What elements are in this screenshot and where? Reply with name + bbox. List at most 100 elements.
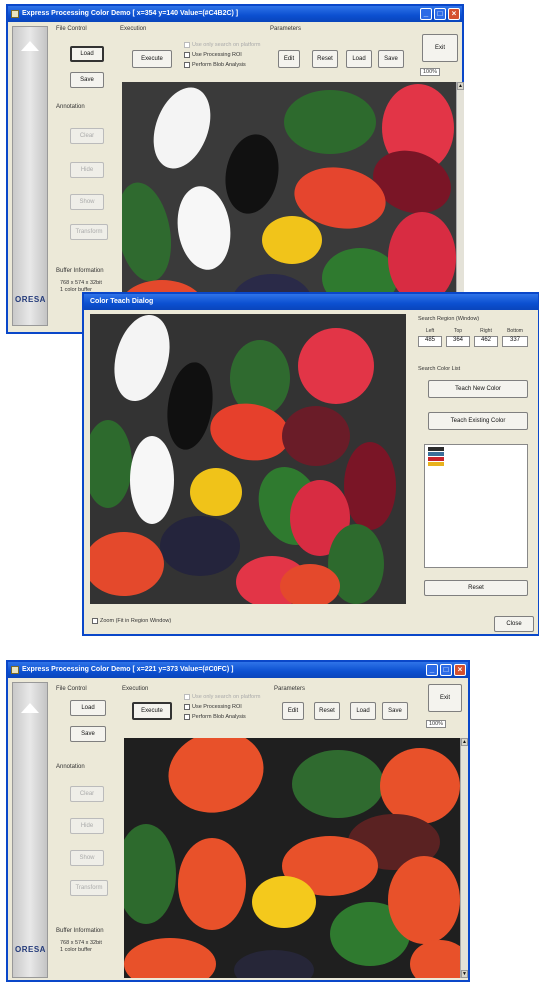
exit-button[interactable]: Exit [422, 34, 458, 62]
checkbox-processing-roi[interactable]: Use Processing ROI [184, 704, 242, 710]
rect-top-label: Top [453, 328, 463, 334]
title-bar[interactable]: Express Processing Color Demo [ x=221 y=… [8, 662, 468, 678]
close-icon[interactable]: × [454, 664, 466, 676]
group-annotation: Annotation [56, 104, 85, 110]
dialog-title: Color Teach Dialog [90, 298, 154, 305]
annotation-clear-button[interactable]: Clear [70, 128, 104, 144]
annotation-transform-button[interactable]: Transform [70, 224, 108, 240]
dialog-title-bar[interactable]: Color Teach Dialog [84, 294, 538, 310]
vertical-scrollbar[interactable]: ▲ ▼ [460, 738, 468, 978]
reset-button[interactable]: Reset [424, 580, 528, 596]
triangle-logo-icon [21, 41, 39, 51]
buffer-kind: 1 color buffer [60, 947, 93, 953]
group-file-control: File Control [56, 26, 87, 32]
rect-bottom-label: Bottom [507, 328, 523, 334]
annotation-hide-button[interactable]: Hide [70, 818, 104, 834]
close-icon[interactable]: × [448, 8, 460, 20]
checkbox-label: Use Processing ROI [192, 704, 242, 710]
checkbox-blob-analysis[interactable]: Perform Blob Analysis [184, 62, 246, 68]
main-window-top: Express Processing Color Demo [ x=354 y=… [6, 4, 464, 334]
teach-new-color-button[interactable]: Teach New Color [428, 380, 528, 398]
annotation-show-button[interactable]: Show [70, 194, 104, 210]
group-buffer-information: Buffer Information [56, 928, 104, 934]
zoom-field[interactable]: 100% [420, 68, 441, 76]
color-teach-dialog: Color Teach Dialog Search Region (Window… [82, 292, 539, 636]
color-swatch[interactable] [428, 452, 444, 456]
annotation-hide-button[interactable]: Hide [70, 162, 104, 178]
minimize-icon[interactable]: _ [426, 664, 438, 676]
zoom-field[interactable]: 100% [426, 720, 447, 728]
left-branding-strip: ORESA [12, 682, 48, 978]
rect-bottom-field[interactable]: 337 [502, 336, 528, 347]
exit-button[interactable]: Exit [428, 684, 462, 712]
group-annotation: Annotation [56, 764, 85, 770]
image-viewport[interactable] [124, 738, 460, 978]
title-bar[interactable]: Express Processing Color Demo [ x=354 y=… [8, 6, 462, 22]
segmented-image [124, 738, 460, 978]
dialog-jellybean-image [90, 314, 406, 604]
load-button[interactable]: Load [70, 46, 104, 62]
app-icon [11, 666, 19, 674]
group-execution: Execution [122, 686, 149, 692]
param-save-button[interactable]: Save [378, 50, 404, 68]
group-parameters: Parameters [270, 26, 302, 32]
scroll-up-icon[interactable]: ▲ [457, 82, 464, 90]
checkbox-processing-roi[interactable]: Use Processing ROI [184, 52, 242, 58]
execute-button[interactable]: Execute [132, 50, 172, 68]
save-button[interactable]: Save [70, 726, 106, 742]
color-swatch[interactable] [428, 447, 444, 451]
checkbox-label: Use only search on platform [192, 42, 261, 48]
param-reset-button[interactable]: Reset [314, 702, 340, 720]
minimize-icon[interactable]: _ [420, 8, 432, 20]
group-file-control: File Control [56, 686, 87, 692]
param-reset-button[interactable]: Reset [312, 50, 338, 68]
param-load-button[interactable]: Load [346, 50, 372, 68]
annotation-transform-button[interactable]: Transform [70, 880, 108, 896]
search-region-title: Search Region (Window) [418, 316, 480, 322]
rect-right-label: Right [480, 328, 492, 334]
zoom-fit-checkbox[interactable]: Zoom (Fit in Region Window) [92, 618, 171, 624]
brand-logo: ORESA [15, 295, 46, 304]
rect-top-field[interactable]: 364 [446, 336, 470, 347]
param-save-button[interactable]: Save [382, 702, 408, 720]
execute-button[interactable]: Execute [132, 702, 172, 720]
param-edit-button[interactable]: Edit [278, 50, 300, 68]
param-load-button[interactable]: Load [350, 702, 376, 720]
checkbox-search-platform[interactable]: Use only search on platform [184, 42, 260, 48]
app-icon [11, 10, 19, 18]
left-branding-strip: ORESA [12, 26, 48, 326]
load-button[interactable]: Load [70, 700, 106, 716]
buffer-size: 768 x 574 x 32bit [60, 280, 102, 286]
zoom-value: 100% [426, 720, 447, 728]
group-parameters: Parameters [274, 686, 306, 692]
search-color-list-title: Search Color List [418, 366, 461, 372]
zoom-value: 100% [420, 68, 441, 76]
checkbox-label: Use Processing ROI [192, 52, 242, 58]
buffer-info-text: 768 x 574 x 32bit 1 color buffer [60, 940, 102, 954]
annotation-show-button[interactable]: Show [70, 850, 104, 866]
rect-right-field[interactable]: 462 [474, 336, 498, 347]
color-swatch[interactable] [428, 462, 444, 466]
window-title: Express Processing Color Demo [ x=221 y=… [22, 666, 234, 673]
scroll-up-icon[interactable]: ▲ [461, 738, 468, 746]
teach-existing-color-button[interactable]: Teach Existing Color [428, 412, 528, 430]
param-edit-button[interactable]: Edit [282, 702, 304, 720]
checkbox-blob-analysis[interactable]: Perform Blob Analysis [184, 714, 246, 720]
color-swatch[interactable] [428, 457, 444, 461]
maximize-icon[interactable]: □ [434, 8, 446, 20]
brand-logo: ORESA [15, 945, 46, 954]
zoom-fit-label: Zoom (Fit in Region Window) [100, 618, 172, 624]
checkbox-search-platform[interactable]: Use only search on platform [184, 694, 260, 700]
maximize-icon[interactable]: □ [440, 664, 452, 676]
scroll-down-icon[interactable]: ▼ [461, 970, 468, 978]
save-button[interactable]: Save [70, 72, 104, 88]
close-button[interactable]: Close [494, 616, 534, 632]
dialog-image-viewport[interactable] [90, 314, 406, 604]
checkbox-label: Use only search on platform [192, 694, 261, 700]
main-window-bottom: Express Processing Color Demo [ x=221 y=… [6, 660, 470, 982]
color-list[interactable] [424, 444, 528, 568]
annotation-clear-button[interactable]: Clear [70, 786, 104, 802]
group-buffer-information: Buffer Information [56, 268, 104, 274]
rect-left-field[interactable]: 485 [418, 336, 442, 347]
checkbox-label: Perform Blob Analysis [192, 62, 246, 68]
